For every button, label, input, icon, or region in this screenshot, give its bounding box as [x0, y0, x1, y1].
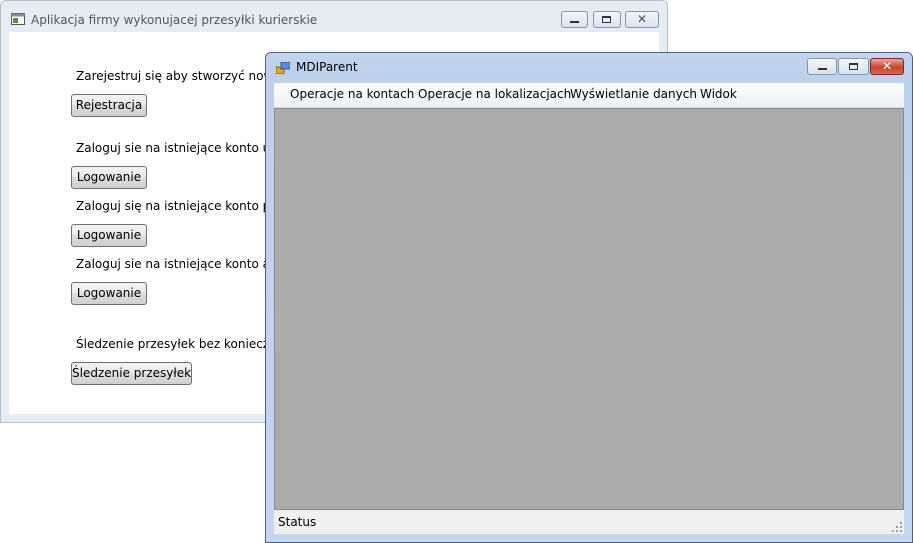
app-form-icon [276, 62, 290, 74]
close-icon: ✕ [881, 59, 893, 73]
title-bar[interactable]: Aplikacja firmy wykonujacej przesyłki ku… [1, 1, 667, 31]
app-form-icon [11, 13, 25, 25]
menu-view[interactable]: Widok [700, 87, 737, 101]
admin-login-prompt: Zaloguj sie na istniejące konto admi [76, 257, 293, 271]
menu-display-data[interactable]: Wyświetlanie danych [570, 87, 697, 101]
minimize-icon [818, 68, 827, 70]
status-bar: Status [274, 510, 904, 534]
employee-login-prompt: Zaloguj się na istniejące konto praco [76, 199, 297, 213]
minimize-button[interactable] [561, 11, 588, 28]
tracking-button[interactable]: Śledzenie przesyłek [71, 362, 192, 385]
user-login-prompt: Zaloguj sie na istniejące konto użytk [76, 141, 296, 155]
window-title: MDIParent [296, 60, 358, 74]
maximize-button[interactable] [838, 58, 869, 75]
admin-login-button[interactable]: Logowanie [71, 282, 147, 305]
minimize-button[interactable] [807, 58, 837, 75]
maximize-icon [602, 16, 611, 23]
status-label: Status [278, 515, 317, 529]
maximize-button[interactable] [593, 11, 621, 28]
employee-login-button[interactable]: Logowanie [71, 224, 147, 247]
register-button[interactable]: Rejestracja [71, 94, 147, 117]
user-login-button[interactable]: Logowanie [71, 166, 147, 189]
window-title: Aplikacja firmy wykonujacej przesyłki ku… [31, 13, 318, 27]
mdi-parent-window: MDIParent ✕ Operacje na kontach Operacje… [265, 52, 913, 543]
close-button[interactable]: ✕ [870, 58, 904, 75]
close-icon: ✕ [636, 12, 648, 26]
tracking-prompt: Śledzenie przesyłek bez koniecznoś [76, 337, 291, 351]
minimize-icon [570, 21, 579, 23]
title-bar[interactable]: MDIParent ✕ [266, 53, 912, 83]
mdi-client-area[interactable] [274, 108, 904, 510]
resize-grip-icon[interactable] [892, 522, 902, 532]
menu-locations[interactable]: Operacje na lokalizacjach [418, 87, 571, 101]
menu-accounts[interactable]: Operacje na kontach [290, 87, 414, 101]
close-button[interactable]: ✕ [625, 11, 659, 28]
menu-bar: Operacje na kontach Operacje na lokaliza… [274, 83, 904, 108]
maximize-icon [849, 63, 858, 70]
